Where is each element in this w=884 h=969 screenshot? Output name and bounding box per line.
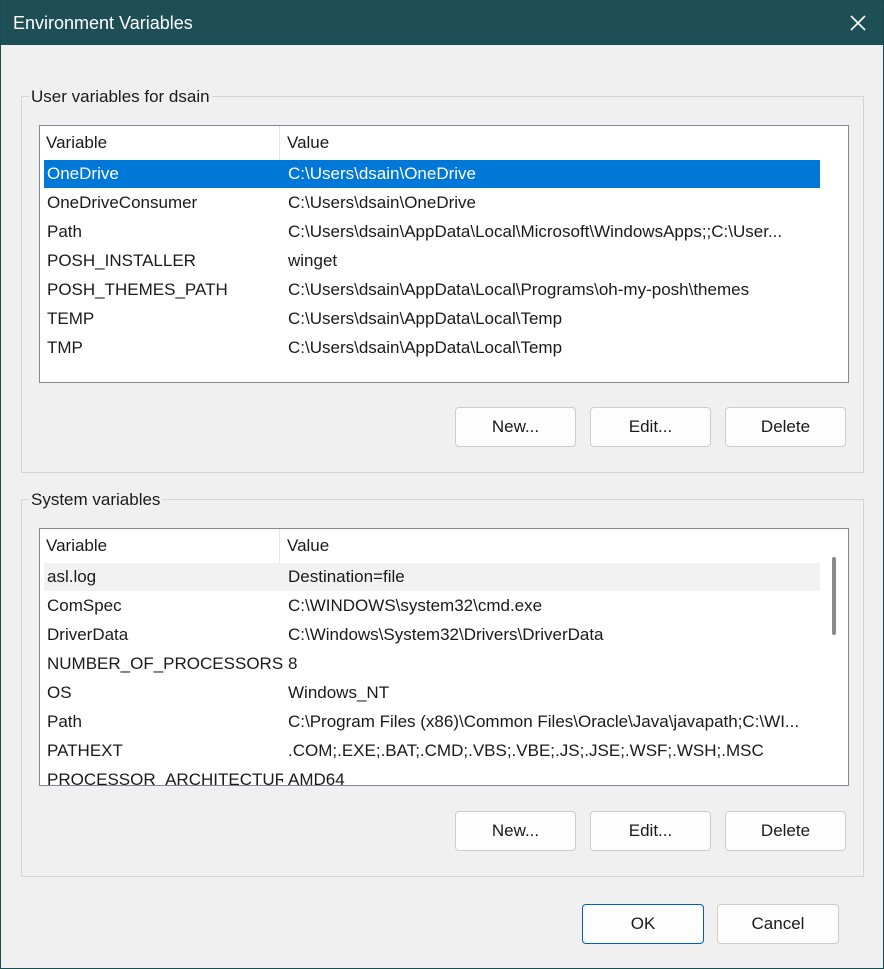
variable-value: C:\Windows\System32\Drivers\DriverData xyxy=(288,625,604,644)
user-variables-list[interactable]: Variable Value OneDrive C:\Users\dsain\O… xyxy=(39,125,849,383)
list-item[interactable]: NUMBER_OF_PROCESSORS 8 xyxy=(44,650,820,678)
variable-name: Path xyxy=(47,222,82,241)
ok-button[interactable]: OK xyxy=(582,904,704,944)
variable-name: POSH_INSTALLER xyxy=(47,251,196,270)
variable-value: C:\Users\dsain\AppData\Local\Temp xyxy=(288,338,563,357)
user-variables-group: User variables for dsain Variable Value … xyxy=(21,87,864,473)
variable-value: Destination=file xyxy=(288,567,405,586)
variable-name: PATHEXT xyxy=(47,741,123,760)
variable-value: C:\Users\dsain\OneDrive xyxy=(288,193,477,212)
variable-name: PROCESSOR_ARCHITECTURE xyxy=(47,770,283,786)
list-item[interactable]: asl.log Destination=file xyxy=(44,563,820,591)
variable-name: DriverData xyxy=(47,625,129,644)
variable-value: .COM;.EXE;.BAT;.CMD;.VBS;.VBE;.JS;.JSE;.… xyxy=(288,741,764,760)
system-variables-label: System variables xyxy=(29,490,163,510)
vertical-scrollbar-thumb[interactable] xyxy=(832,557,836,635)
list-item[interactable]: OneDrive C:\Users\dsain\OneDrive xyxy=(44,160,820,188)
user-delete-button[interactable]: Delete xyxy=(725,407,846,447)
variable-value: C:\Users\dsain\OneDrive xyxy=(288,164,477,183)
variable-name: NUMBER_OF_PROCESSORS xyxy=(47,654,283,673)
list-item[interactable]: PROCESSOR_ARCHITECTURE AMD64 xyxy=(44,766,820,786)
list-item[interactable]: TMP C:\Users\dsain\AppData\Local\Temp xyxy=(44,334,820,362)
variable-name: TEMP xyxy=(47,309,95,328)
variable-value: C:\WINDOWS\system32\cmd.exe xyxy=(288,596,543,615)
variable-value: C:\Users\dsain\AppData\Local\Programs\oh… xyxy=(288,280,750,299)
variable-name: OneDrive xyxy=(47,164,119,183)
variable-value: C:\Users\dsain\AppData\Local\Temp xyxy=(288,309,563,328)
close-button[interactable] xyxy=(833,1,883,45)
variable-name: asl.log xyxy=(47,567,97,586)
variable-name: Path xyxy=(47,712,82,731)
list-item[interactable]: OneDriveConsumer C:\Users\dsain\OneDrive xyxy=(44,189,820,217)
system-edit-button[interactable]: Edit... xyxy=(590,811,711,851)
variable-name: OS xyxy=(47,683,72,702)
variable-value: AMD64 xyxy=(288,770,345,786)
column-header-value[interactable]: Value xyxy=(281,126,819,160)
variable-name: ComSpec xyxy=(47,596,122,615)
variable-value: C:\Program Files (x86)\Common Files\Orac… xyxy=(288,712,800,731)
list-item[interactable]: OS Windows_NT xyxy=(44,679,820,707)
column-header-variable[interactable]: Variable xyxy=(40,529,280,563)
system-variables-group: System variables Variable Value asl.log … xyxy=(21,490,864,877)
variable-value: winget xyxy=(288,251,338,270)
list-item[interactable]: POSH_THEMES_PATH C:\Users\dsain\AppData\… xyxy=(44,276,820,304)
variable-name: OneDriveConsumer xyxy=(47,193,198,212)
cancel-button[interactable]: Cancel xyxy=(717,904,839,944)
title-bar: Environment Variables xyxy=(1,1,883,45)
environment-variables-dialog: Environment Variables User variables for… xyxy=(0,0,884,969)
list-item[interactable]: Path C:\Users\dsain\AppData\Local\Micros… xyxy=(44,218,820,246)
list-item[interactable]: POSH_INSTALLER winget xyxy=(44,247,820,275)
user-variables-label: User variables for dsain xyxy=(29,87,212,107)
system-new-button[interactable]: New... xyxy=(455,811,576,851)
variable-name: POSH_THEMES_PATH xyxy=(47,280,228,299)
variable-value: 8 xyxy=(288,654,298,673)
close-icon xyxy=(850,15,866,31)
column-header-value[interactable]: Value xyxy=(281,529,819,563)
variable-value: Windows_NT xyxy=(288,683,390,702)
variable-value: C:\Users\dsain\AppData\Local\Microsoft\W… xyxy=(288,222,783,241)
list-item[interactable]: ComSpec C:\WINDOWS\system32\cmd.exe xyxy=(44,592,820,620)
variable-name: TMP xyxy=(47,338,83,357)
user-edit-button[interactable]: Edit... xyxy=(590,407,711,447)
system-delete-button[interactable]: Delete xyxy=(725,811,846,851)
list-item[interactable]: TEMP C:\Users\dsain\AppData\Local\Temp xyxy=(44,305,820,333)
user-new-button[interactable]: New... xyxy=(455,407,576,447)
list-item[interactable]: DriverData C:\Windows\System32\Drivers\D… xyxy=(44,621,820,649)
dialog-title: Environment Variables xyxy=(13,13,193,33)
system-variables-list[interactable]: Variable Value asl.log Destination=file … xyxy=(39,528,849,786)
list-item[interactable]: Path C:\Program Files (x86)\Common Files… xyxy=(44,708,820,736)
list-item[interactable]: PATHEXT .COM;.EXE;.BAT;.CMD;.VBS;.VBE;.J… xyxy=(44,737,820,765)
column-header-variable[interactable]: Variable xyxy=(40,126,280,160)
